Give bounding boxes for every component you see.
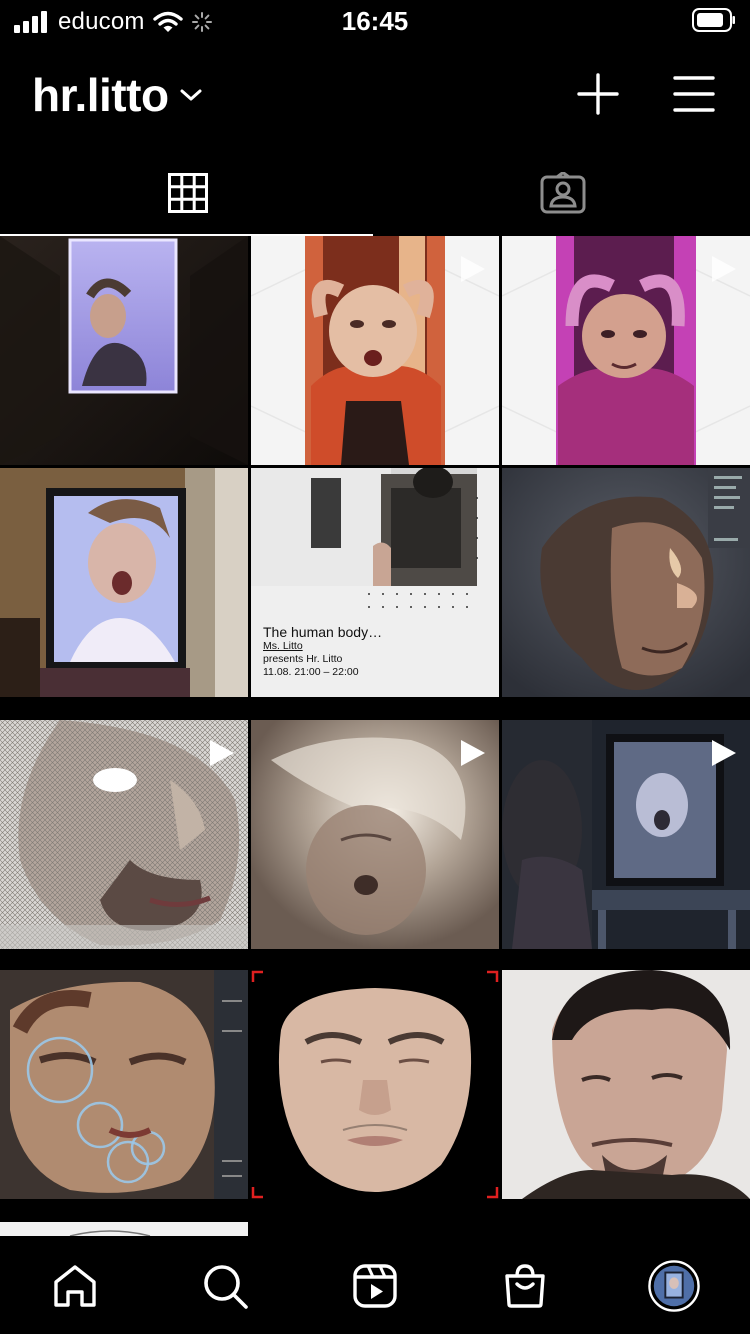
reel-play-icon <box>712 740 736 766</box>
home-icon[interactable] <box>51 1262 99 1310</box>
reel-play-icon <box>461 256 485 282</box>
profile-header: hr.litto <box>0 40 750 150</box>
post-image <box>502 970 750 1199</box>
shop-icon[interactable] <box>501 1262 549 1310</box>
status-right <box>692 8 736 37</box>
battery-icon <box>692 8 735 32</box>
post-tile[interactable] <box>0 970 248 1199</box>
chevron-down-icon[interactable] <box>179 87 203 103</box>
post-tile[interactable] <box>251 236 499 465</box>
event-datetime: 11.08. 21:00 – 22:00 <box>263 666 359 678</box>
post-tile[interactable] <box>0 468 248 697</box>
profile-tabs <box>0 150 750 236</box>
post-tile[interactable] <box>0 236 248 465</box>
reels-icon[interactable] <box>351 1262 399 1310</box>
post-image <box>502 468 750 697</box>
reel-play-icon <box>210 740 234 766</box>
post-image <box>0 1222 248 1236</box>
tab-posts-grid[interactable] <box>0 150 375 236</box>
post-tile[interactable] <box>0 720 248 949</box>
post-tile[interactable] <box>502 720 750 949</box>
event-presents: presents Hr. Litto <box>263 653 343 665</box>
post-tile[interactable] <box>251 720 499 949</box>
post-tile[interactable] <box>251 970 499 1199</box>
posts-grid: The human body… Ms. Litto presents Hr. L… <box>0 236 750 1236</box>
post-event-text: The human body… Ms. Litto presents Hr. L… <box>263 624 382 679</box>
reel-play-icon <box>712 256 736 282</box>
post-tile[interactable] <box>502 236 750 465</box>
nav-reels[interactable] <box>349 1260 401 1312</box>
menu-button[interactable] <box>672 72 716 116</box>
nav-home[interactable] <box>49 1260 101 1312</box>
username-title[interactable]: hr.litto <box>32 68 169 122</box>
post-image <box>0 468 248 697</box>
menu-icon[interactable] <box>672 72 716 116</box>
profile-avatar[interactable] <box>648 1259 700 1313</box>
bottom-navigation <box>0 1236 750 1334</box>
tab-tagged[interactable] <box>375 150 750 236</box>
post-tile[interactable] <box>502 970 750 1199</box>
nav-search[interactable] <box>199 1260 251 1312</box>
post-image <box>0 970 248 1199</box>
plus-icon[interactable] <box>576 72 620 116</box>
event-title: The human body… <box>263 624 383 640</box>
status-time: 16:45 <box>341 6 409 36</box>
account-switcher[interactable]: hr.litto <box>32 68 203 122</box>
nav-profile[interactable] <box>648 1260 700 1312</box>
tagged-icon[interactable] <box>540 172 586 214</box>
reel-play-icon <box>461 740 485 766</box>
status-bar: educom 16:45 <box>0 0 750 40</box>
post-tile[interactable] <box>502 468 750 697</box>
event-author: Ms. Litto <box>263 640 303 652</box>
post-image <box>0 236 248 465</box>
nav-shop[interactable] <box>499 1260 551 1312</box>
post-image <box>251 970 499 1199</box>
grid-icon[interactable] <box>167 173 208 213</box>
search-icon[interactable] <box>201 1262 249 1310</box>
post-tile[interactable]: The human body… Ms. Litto presents Hr. L… <box>251 468 499 697</box>
new-post-button[interactable] <box>576 72 620 116</box>
post-tile[interactable] <box>0 1222 248 1236</box>
